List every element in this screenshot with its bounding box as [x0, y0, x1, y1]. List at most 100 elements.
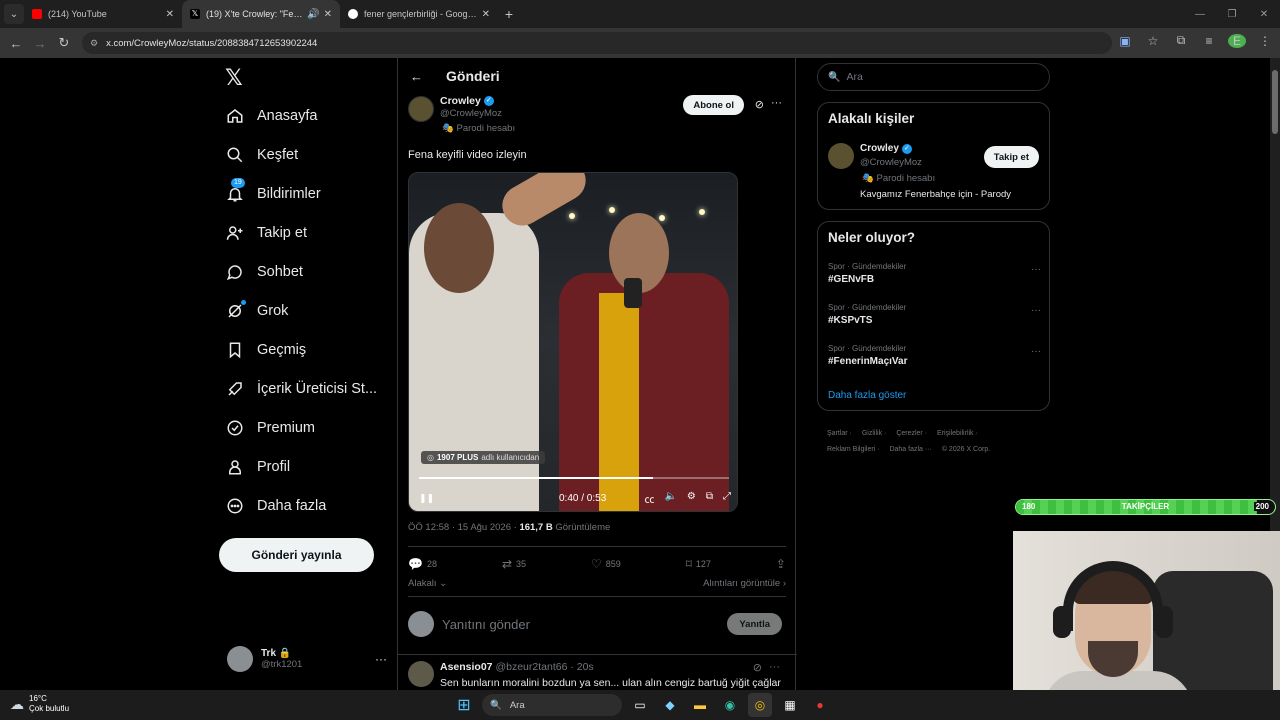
trend-tag: #FenerinMaçıVar — [828, 356, 908, 367]
grok-icon[interactable]: ⊘ — [755, 98, 764, 111]
footer-link[interactable]: Şartlar · — [827, 430, 852, 437]
nav-item-grok[interactable]: Grok — [225, 296, 288, 326]
video-player[interactable]: ◎ 1907 PLUS adlı kullanıcıdan ❚❚ 0:40 / … — [408, 172, 738, 512]
nav-item-profile[interactable]: Profil — [225, 452, 290, 482]
nav-item-home[interactable]: Anasayfa — [225, 101, 317, 131]
video-progress-bar[interactable] — [419, 477, 729, 479]
author-name: Crowley — [440, 95, 481, 107]
file-explorer-icon[interactable]: ▬ — [688, 693, 712, 717]
extensions-icon[interactable]: ⧉ — [1172, 33, 1190, 48]
repost-action[interactable]: ⇄ 35 — [502, 556, 526, 572]
bookmark-star-icon[interactable]: ☆ — [1144, 34, 1162, 48]
reload-icon[interactable]: ↻ — [52, 35, 76, 51]
pause-icon[interactable]: ❚❚ — [419, 493, 434, 504]
nav-item-explore[interactable]: Keşfet — [225, 140, 298, 170]
media-controls-icon[interactable]: ≡ — [1200, 34, 1218, 48]
view-quotes-link[interactable]: Alıntıları görüntüle › — [703, 578, 786, 589]
nav-item-premium[interactable]: Premium — [225, 413, 315, 443]
reply-post[interactable]: Asensio07 @bzeur2tant66 · 20s Sen bunlar… — [408, 661, 786, 690]
taskbar-search[interactable]: 🔍 Ara — [482, 694, 622, 716]
author-avatar[interactable] — [408, 96, 434, 122]
nav-item-creator-studio[interactable]: İçerik Üreticisi St... — [225, 374, 377, 404]
settings-icon[interactable]: ⚙ — [687, 491, 696, 506]
edge-icon[interactable]: ◉ — [718, 693, 742, 717]
task-view-icon[interactable]: ▭ — [628, 693, 652, 717]
avatar[interactable] — [828, 143, 854, 169]
person-name-row[interactable]: Crowley ✓ — [860, 143, 912, 154]
scrollbar-thumb[interactable] — [1272, 70, 1278, 134]
nav-item-chat[interactable]: Sohbet — [225, 257, 303, 287]
volume-icon[interactable]: 🔈 — [664, 491, 676, 506]
captions-icon[interactable]: ㏄ — [644, 491, 654, 506]
taskbar: ☁ 16°C Çok bulutlu ⊞ 🔍 Ara ▭ ◆ ▬ ◉ ◎ ▦ ● — [0, 690, 1280, 720]
share-action[interactable]: ⇪ — [776, 556, 786, 572]
chrome-icon[interactable]: ◎ — [748, 693, 772, 717]
footer-link[interactable]: Reklam Bilgileri · — [827, 446, 880, 453]
post-button[interactable]: Gönderi yayınla — [219, 538, 374, 572]
weather-widget[interactable]: ☁ 16°C Çok bulutlu — [10, 694, 69, 714]
back-arrow-icon[interactable]: ← — [4, 36, 28, 51]
x-logo-icon[interactable]: 𝕏 — [225, 66, 243, 91]
post-timestamp[interactable]: ÖÖ 12:58 · 15 Ağu 2026 · — [408, 522, 519, 533]
m365-icon[interactable]: ◆ — [658, 693, 682, 717]
more-dots-icon[interactable]: ··· — [771, 97, 782, 109]
tab-youtube[interactable]: (214) YouTube ✕ — [24, 0, 182, 28]
close-tab-icon[interactable]: ✕ — [324, 9, 332, 20]
nav-item-history[interactable]: Geçmiş — [225, 335, 306, 365]
footer-link[interactable]: Erişilebilirlik · — [937, 430, 978, 437]
trend-item[interactable]: Spor · Gündemdekiler #KSPvTS ··· — [828, 303, 1041, 326]
taskbar-search-label: Ara — [509, 699, 525, 711]
footer-link[interactable]: Daha fazla ··· — [889, 446, 931, 453]
forward-arrow-icon[interactable]: → — [28, 36, 52, 51]
bookmark-icon: ⌑ — [685, 557, 692, 571]
close-tab-icon[interactable]: ✕ — [166, 9, 174, 20]
follow-button[interactable]: Takip et — [983, 146, 1039, 168]
install-app-icon[interactable]: ▣ — [1116, 34, 1134, 48]
browser-menu-icon[interactable]: ⋮ — [1256, 34, 1274, 48]
author-handle[interactable]: @CrowleyMoz — [440, 108, 502, 119]
nav-item-notifications[interactable]: 19 Bildirimler — [225, 178, 321, 209]
more-dots-icon[interactable]: ··· — [1031, 305, 1041, 316]
show-more-link[interactable]: Daha fazla göster — [828, 390, 906, 401]
relevant-sort-dropdown[interactable]: Alakalı ⌄ — [408, 578, 447, 589]
more-dots-icon[interactable]: ··· — [375, 652, 387, 666]
reply-action[interactable]: 💬 28 — [408, 556, 437, 572]
bookmark-action[interactable]: ⌑ 127 — [686, 556, 711, 572]
new-tab-button[interactable]: + — [498, 6, 520, 22]
profile-avatar[interactable]: E — [1228, 33, 1246, 48]
close-window-icon[interactable]: ✕ — [1248, 9, 1280, 20]
like-action[interactable]: ♡ 859 — [591, 556, 621, 572]
nav-item-follow[interactable]: Takip et — [225, 218, 307, 248]
trend-item[interactable]: Spor · Gündemdekiler #GENvFB ··· — [828, 262, 1041, 285]
tab-search-button[interactable]: ⌄ — [4, 4, 24, 24]
store-icon[interactable]: ▦ — [778, 693, 802, 717]
site-info-icon[interactable]: ⚙ — [90, 38, 98, 49]
media-app-icon[interactable]: ● — [808, 693, 832, 717]
windows-start-icon[interactable]: ⊞ — [452, 693, 476, 717]
account-switcher[interactable]: Trk 🔒 @trk1201 ··· — [227, 644, 387, 674]
speaker-icon[interactable]: 🔊 — [307, 9, 319, 20]
search-input[interactable]: 🔍 Ara — [817, 63, 1050, 91]
reply-input[interactable]: Yanıtını gönder — [442, 617, 530, 632]
nav-item-more[interactable]: Daha fazla — [225, 491, 326, 521]
tab-google[interactable]: fener gençlerbirliği - Google'da ✕ — [340, 0, 498, 28]
more-dots-icon[interactable]: ··· — [1031, 264, 1041, 275]
fullscreen-icon[interactable]: ⤢ — [723, 491, 731, 506]
grok-icon[interactable]: ⊘ — [753, 661, 762, 674]
more-dots-icon[interactable]: ··· — [769, 661, 780, 673]
restore-icon[interactable]: ❐ — [1216, 9, 1248, 20]
trend-item[interactable]: Spor · Gündemdekiler #FenerinMaçıVar ··· — [828, 344, 1041, 367]
footer-link[interactable]: Çerezler · — [896, 430, 927, 437]
reply-avatar[interactable] — [408, 661, 434, 687]
address-bar[interactable]: ⚙ x.com/CrowleyMoz/status/20883847126539… — [82, 32, 1112, 54]
close-tab-icon[interactable]: ✕ — [482, 9, 490, 20]
tab-x-post[interactable]: 𝕏 (19) X'te Crowley: "Fena key 🔊 ✕ — [182, 0, 340, 28]
author-name-row[interactable]: Crowley ✓ — [440, 95, 494, 107]
back-arrow-icon[interactable]: ← — [410, 69, 423, 84]
pip-icon[interactable]: ⧉ — [706, 491, 713, 506]
reply-button[interactable]: Yanıtla — [727, 613, 782, 635]
minimize-icon[interactable]: — — [1184, 9, 1216, 20]
subscribe-button[interactable]: Abone ol — [683, 95, 744, 115]
footer-link[interactable]: Gizlilik · — [862, 430, 887, 437]
more-dots-icon[interactable]: ··· — [1031, 346, 1041, 357]
